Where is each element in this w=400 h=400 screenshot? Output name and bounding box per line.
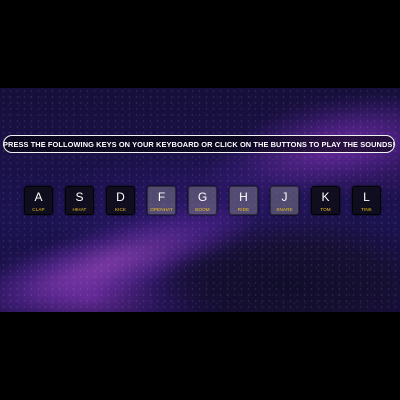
key-letter: A — [34, 190, 43, 204]
key-button-j[interactable]: J SNARE — [270, 186, 299, 215]
key-button-l[interactable]: L TINK — [352, 186, 381, 215]
key-sound-label: SNARE — [276, 207, 293, 212]
key-letter: L — [363, 190, 370, 204]
key-button-k[interactable]: K TOM — [311, 186, 340, 215]
key-sound-label: OPENHAT — [150, 207, 173, 212]
key-sound-label: BOOM — [195, 207, 210, 212]
key-button-h[interactable]: H RIDE — [229, 186, 258, 215]
key-button-f[interactable]: F OPENHAT — [147, 186, 176, 215]
instructions-banner: PRESS THE FOLLOWING KEYS ON YOUR KEYBOAR… — [3, 135, 395, 153]
key-letter: F — [157, 190, 166, 204]
key-sound-label: CLAP — [32, 207, 45, 212]
key-letter: J — [281, 190, 288, 204]
instructions-text: PRESS THE FOLLOWING KEYS ON YOUR KEYBOAR… — [2, 139, 396, 149]
key-letter: S — [75, 190, 84, 204]
key-letter: G — [197, 190, 208, 204]
drum-keys: A CLAP S HIHAT D KICK F OPENHAT G BOOM H… — [24, 186, 381, 216]
key-button-a[interactable]: A CLAP — [24, 186, 53, 215]
key-sound-label: TINK — [361, 207, 372, 212]
key-sound-label: TOM — [320, 207, 331, 212]
key-letter: K — [321, 190, 330, 204]
key-sound-label: KICK — [114, 207, 127, 212]
key-sound-label: RIDE — [237, 207, 250, 212]
key-letter: D — [116, 190, 125, 204]
key-sound-label: HIHAT — [72, 207, 87, 212]
key-button-s[interactable]: S HIHAT — [65, 186, 94, 215]
key-letter: H — [239, 190, 248, 204]
key-button-g[interactable]: G BOOM — [188, 186, 217, 215]
key-button-d[interactable]: D KICK — [106, 186, 135, 215]
